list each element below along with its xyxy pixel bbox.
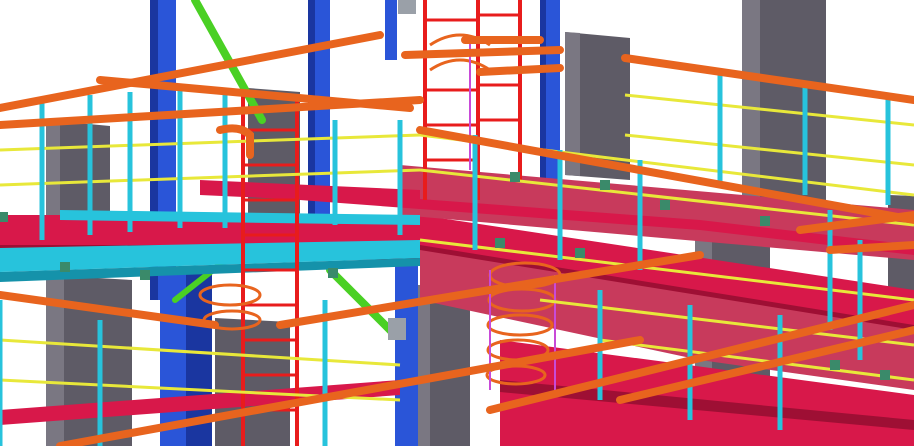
steel-structure-render [0, 0, 914, 446]
brace-plate [398, 0, 416, 14]
brace-plate [388, 318, 406, 340]
